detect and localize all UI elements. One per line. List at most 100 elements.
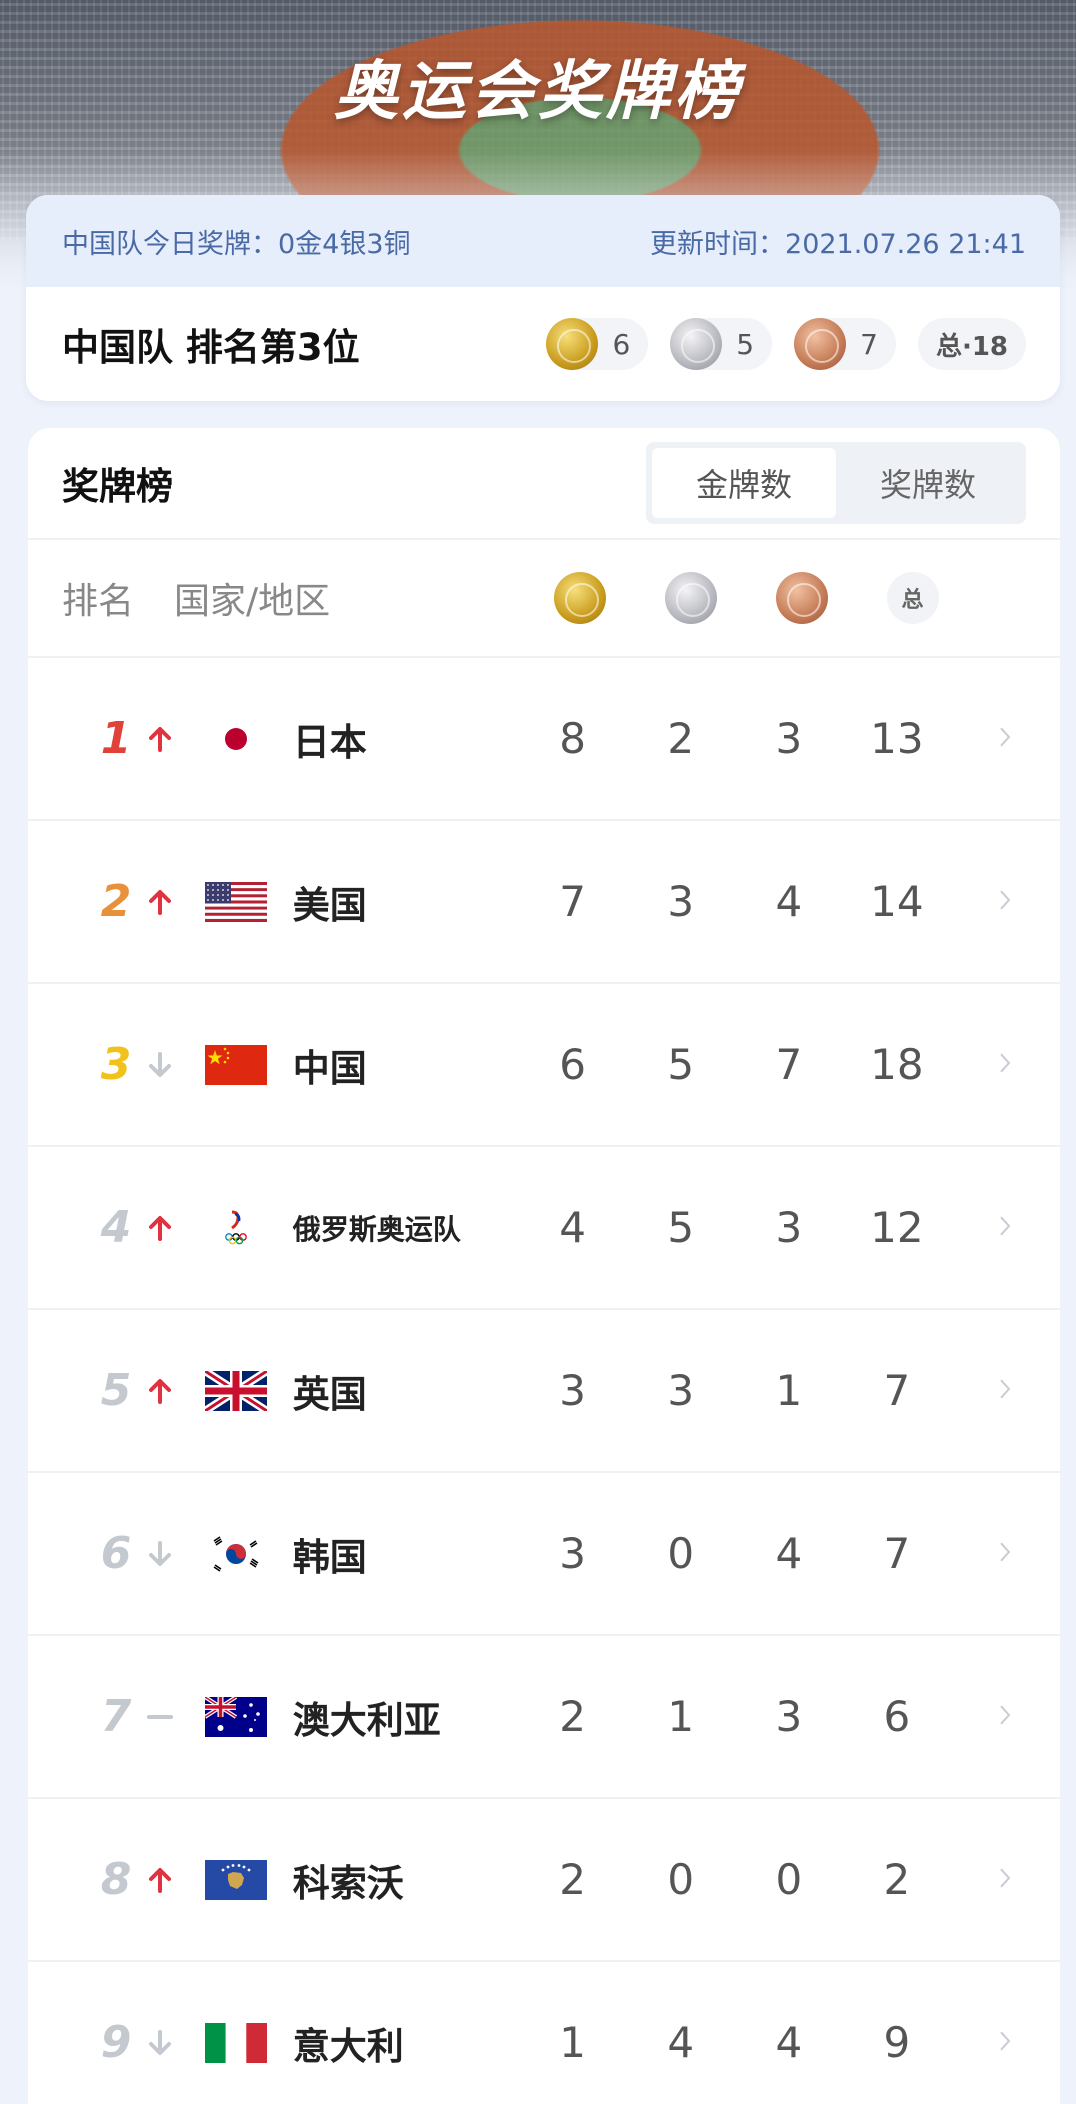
total-count: 2: [883, 1855, 911, 1904]
bronze-count: 7: [775, 1040, 803, 1089]
rank-cell: 3: [28, 1039, 205, 1090]
gold-count: 2: [559, 1855, 587, 1904]
china-gold-count: 6: [612, 327, 631, 361]
board-header: 奖牌榜 金牌数 奖牌数: [28, 428, 1060, 540]
country-name: 俄罗斯奥运队: [292, 1212, 461, 1246]
gold-medal-icon: [553, 572, 606, 624]
total-count: 7: [883, 1529, 911, 1578]
rank-cell: 8: [28, 1854, 205, 1905]
table-row[interactable]: 4 俄罗斯奥运队 4 5 3 12: [28, 1147, 1060, 1310]
bronze-count: 1: [775, 1366, 803, 1415]
total-count: 6: [883, 1692, 911, 1741]
trend-same-icon: [140, 1697, 180, 1737]
country-name: 中国: [292, 1046, 367, 1090]
rank-number: 6: [100, 1528, 132, 1579]
chevron-right-icon[interactable]: [951, 1535, 1060, 1573]
trend-up-icon: [140, 1860, 180, 1900]
rank-number: 9: [100, 2017, 132, 2068]
bronze-medal-icon: [794, 318, 847, 370]
rank-cell: 6: [28, 1528, 205, 1579]
rank-cell: 7: [28, 1691, 205, 1742]
rank-cell: 9: [28, 2017, 205, 2068]
chevron-right-icon[interactable]: [951, 1698, 1060, 1736]
silver-count: 5: [667, 1203, 695, 1252]
gold-count: 1: [559, 2018, 587, 2067]
china-total-pill: 总·18: [917, 318, 1026, 370]
sort-by-gold-button[interactable]: 金牌数: [652, 448, 836, 518]
trend-up-icon: [140, 1371, 180, 1411]
gold-count: 3: [559, 1366, 587, 1415]
table-row[interactable]: 5 英国 3 3 1 7: [28, 1310, 1060, 1473]
rank-cell: 2: [28, 876, 205, 927]
kosovo-flag-icon: [205, 1859, 268, 1900]
silver-count: 3: [667, 1366, 695, 1415]
trend-down-icon: [140, 2023, 180, 2063]
rank-cell: 4: [28, 1202, 205, 1253]
table-row[interactable]: 8 科索沃 2 0 0 2: [28, 1799, 1060, 1962]
country-name: 韩国: [292, 1535, 367, 1579]
china-silver-pill: 5: [670, 318, 773, 370]
table-row[interactable]: 3 中国 6 5 7 18: [28, 984, 1060, 1147]
rank-column-header: 排名: [62, 581, 135, 622]
bronze-medal-icon: [775, 572, 828, 624]
chevron-right-icon[interactable]: [951, 883, 1060, 921]
trend-up-icon: [140, 719, 180, 759]
china-bronze-count: 7: [860, 327, 878, 361]
bronze-count: 3: [775, 714, 803, 763]
board-title: 奖牌榜: [62, 465, 173, 508]
china-rank-row[interactable]: 中国队 排名第3位 6 5 7 总·18: [26, 287, 1060, 401]
gold-count: 2: [559, 1692, 587, 1741]
sort-by-total-button[interactable]: 奖牌数: [836, 448, 1020, 518]
table-row[interactable]: 6 韩国 3 0 4 7: [28, 1473, 1060, 1636]
trend-up-icon: [140, 1208, 180, 1248]
chevron-right-icon[interactable]: [951, 2024, 1060, 2062]
table-row[interactable]: 1 日本 8 2 3 13: [28, 658, 1060, 821]
gold-count: 3: [559, 1529, 587, 1578]
rank-number: 3: [100, 1039, 132, 1090]
silver-count: 5: [667, 1040, 695, 1089]
silver-medal-icon: [670, 318, 723, 370]
silver-count: 4: [667, 2018, 695, 2067]
bronze-count: 0: [775, 1855, 803, 1904]
rank-number: 2: [100, 876, 132, 927]
table-header: 排名 国家/地区 总: [28, 540, 1060, 658]
table-row[interactable]: 2 美国 7 3 4 14: [28, 821, 1060, 984]
country-name: 科索沃: [292, 1861, 404, 1905]
bronze-count: 3: [775, 1692, 803, 1741]
chevron-right-icon[interactable]: [951, 720, 1060, 758]
gold-count: 6: [559, 1040, 587, 1089]
today-medals-strip: 中国队今日奖牌：0金4银3铜 更新时间：2021.07.26 21:41: [26, 195, 1060, 287]
silver-count: 0: [667, 1855, 695, 1904]
rank-number: 4: [100, 1202, 132, 1253]
bronze-count: 3: [775, 1203, 803, 1252]
roc-flag-icon: [205, 1207, 268, 1248]
gold-count: 8: [559, 714, 587, 763]
bronze-count: 4: [775, 2018, 803, 2067]
table-row[interactable]: 9 意大利 1 4 4 9: [28, 1962, 1060, 2104]
total-column-icon: 总: [886, 572, 939, 624]
rank-cell: 5: [28, 1365, 205, 1416]
rank-number: 8: [100, 1854, 132, 1905]
korea-flag-icon: [205, 1533, 268, 1574]
medal-table-body: 1 日本 8 2 3 13 2 美国 7 3 4 14 3 中国 6 5 7 18 4 俄罗斯奥运队 4 5 3 12 5 英国 3…: [28, 658, 1060, 2104]
china-rank-title: 中国队 排名第3位: [62, 326, 360, 369]
total-count: 18: [870, 1040, 924, 1089]
chevron-right-icon[interactable]: [951, 1209, 1060, 1247]
trend-down-icon: [140, 1534, 180, 1574]
australia-flag-icon: [205, 1696, 268, 1737]
total-count: 7: [883, 1366, 911, 1415]
total-count: 12: [870, 1203, 924, 1252]
chevron-right-icon[interactable]: [951, 1046, 1060, 1084]
gold-count: 7: [559, 877, 587, 926]
chevron-right-icon[interactable]: [951, 1372, 1060, 1410]
country-name: 澳大利亚: [292, 1698, 441, 1742]
country-column-header: 国家/地区: [174, 581, 331, 622]
update-time-text: 更新时间：2021.07.26 21:41: [650, 228, 1026, 260]
trend-down-icon: [140, 1045, 180, 1085]
country-name: 英国: [292, 1372, 367, 1416]
gold-count: 4: [559, 1203, 587, 1252]
silver-count: 1: [667, 1692, 695, 1741]
chevron-right-icon[interactable]: [951, 1861, 1060, 1899]
table-row[interactable]: 7 澳大利亚 2 1 3 6: [28, 1636, 1060, 1799]
total-count: 14: [870, 877, 924, 926]
